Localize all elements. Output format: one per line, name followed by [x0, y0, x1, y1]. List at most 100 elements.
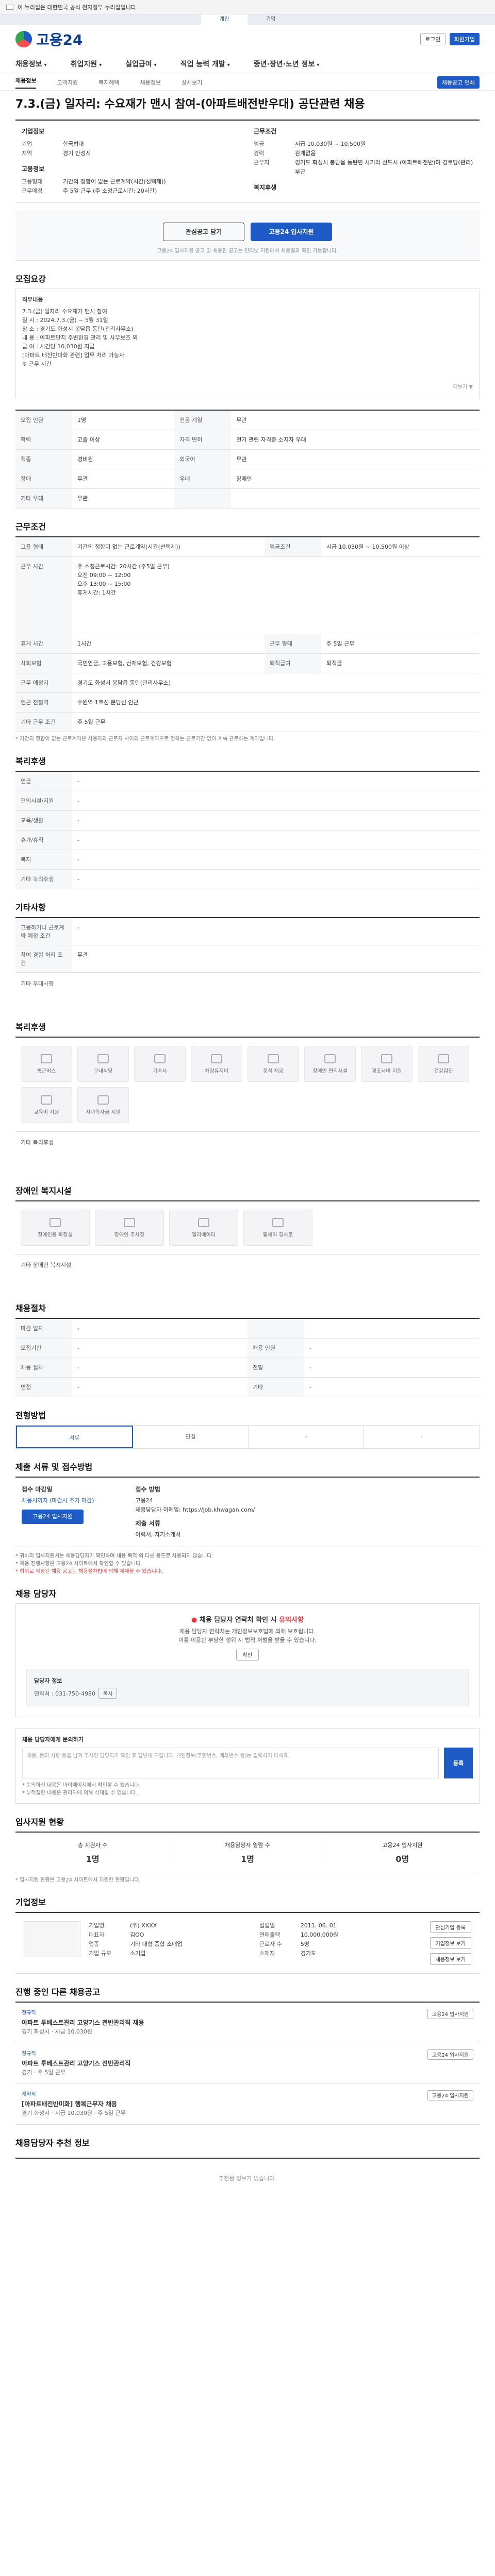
facility-card: 경조사비 지원 [361, 1046, 412, 1082]
facility-etc: 기타 복리후생 [15, 1131, 480, 1173]
etc-table: 고용하거나 근로계약 예정 조건 - 참여 경험 처리 조건 무관 [15, 917, 480, 973]
nav-item-jobs[interactable]: 채용정보 ▾ [15, 59, 47, 69]
dormitory-icon [154, 1054, 166, 1063]
breadcrumb-item[interactable]: 복지혜택 [98, 78, 119, 87]
condition-section: 모집 인원 1명 전공 계열 무관 학력 고졸 이상 자격 면허 전기 관련 자격증 소지자… [15, 410, 480, 509]
steps-section: 전형방법 서류 면접 - - [15, 1409, 480, 1449]
method-section: 제출 서류 및 접수방법 접수 마감일 채용시까지 (마감시 조기 마감) 고용… [15, 1460, 480, 1575]
facility-card: 건강검진 [418, 1046, 469, 1082]
breadcrumb-item[interactable]: 채용정보 [140, 78, 160, 87]
section-title: 채용절차 [15, 1303, 46, 1313]
gov-banner-text: 이 누리집은 대한민국 공식 전자정부 누리집입니다. [18, 4, 138, 11]
list-item[interactable]: 정규직 아파트 투베스트관리 고양기스 전반관리직 채용 경기 화성시 · 시급 1… [15, 2003, 480, 2043]
job-list: 정규직 아파트 투베스트관리 고양기스 전반관리직 채용 경기 화성시 · 시급 1… [15, 2002, 480, 2125]
more-button[interactable]: 더보기 ▼ [22, 383, 473, 392]
copy-button[interactable]: 복사 [98, 1688, 118, 1699]
nav-item-senior[interactable]: 중년·장년·노년 정보 ▾ [254, 59, 320, 69]
facility-card: 기숙사 [134, 1046, 186, 1082]
gift-icon [381, 1054, 392, 1063]
page: 이 누리집은 대한민국 공식 전자정부 누리집입니다. 개인 기업 고용24 로… [0, 0, 495, 2198]
step-item: - [249, 1426, 364, 1448]
confirm-button[interactable]: 확인 [236, 1649, 259, 1660]
tab-company[interactable]: 기업 [248, 14, 294, 25]
job-description: 직무내용 7.3.(금) 일자리 수요재가 맨시 참여 일 시 : 2024.7… [15, 289, 480, 398]
qa-box: 채용 담당자에게 문의하기 채용, 문의 사항 등을 남겨 주시면 담당자가 확… [15, 1728, 480, 1804]
health-icon [438, 1054, 449, 1063]
tab-personal[interactable]: 개인 [201, 14, 248, 25]
process-steps: 서류 면접 - - [15, 1425, 480, 1449]
facility-card: 교육비 지원 [21, 1087, 72, 1123]
apply-button[interactable]: 고용24 입사지원 [251, 223, 332, 241]
section-title: 채용 담당자 [15, 1589, 57, 1599]
section-title: 복리후생 [15, 756, 46, 766]
site-logo[interactable]: 고용24 [15, 29, 83, 49]
warning-icon: ● [191, 1616, 197, 1624]
follow-company-button[interactable]: 관심기업 등록 [430, 1921, 472, 1933]
education-icon [41, 1095, 52, 1105]
breadcrumb-item[interactable]: 채용정보 [15, 76, 37, 89]
note-text: * 기간의 정함이 없는 근로계약은 사용자와 근로자 사이의 근로계약으로 정… [15, 736, 275, 742]
job-summary: 기업정보 기업 한국법대 지역 경기 안성시 고용정보 고용형태 기간의 정함이 없는… [15, 120, 480, 202]
nav-item-benefit[interactable]: 실업급여 ▾ [125, 59, 157, 69]
signup-button[interactable]: 회원가입 [449, 33, 480, 45]
apply-method: 접수 마감일 채용시까지 (마감시 조기 마감) 고용24 입사지원 접수 방법… [15, 1477, 480, 1547]
recruit-section: 모집요강 직무내용 7.3.(금) 일자리 수요재가 맨시 참여 일 시 : 2… [15, 272, 480, 398]
contact-alert: ● 채용 담당자 연락처 확인 시 유의사항 채용 담당자 연락처는 개인정보보… [15, 1603, 480, 1717]
chevron-down-icon: ▾ [44, 62, 47, 68]
scrap-button[interactable]: 관심공고 담기 [163, 223, 244, 241]
contact-info: 담당자 정보 연락처 : 031-750-4980 복사 [26, 1669, 469, 1706]
qa-input[interactable]: 채용, 문의 사항 등을 남겨 주시면 담당자가 확인 후 답변해 드립니다. … [22, 1748, 439, 1778]
hiring-section: 채용절차 마감 일자 - 모집기간 - 채용 인원 - 채용 절차 - 전형 - 면접 - 기타 - [15, 1301, 480, 1397]
facility-card: 엘리베이터 [169, 1210, 238, 1246]
login-button[interactable]: 로그인 [420, 33, 446, 45]
breadcrumb-item[interactable]: 고객지원 [57, 78, 77, 87]
apply-note: 고용24 입사지원 공고 및 채용된 공고는 인터넷 지원에서 채용결과 확인 … [157, 248, 338, 254]
chevron-down-icon: ▾ [154, 62, 157, 68]
flag-icon [6, 4, 13, 10]
company-jobs-button[interactable]: 채용정보 보기 [430, 1953, 472, 1965]
nav-item-support[interactable]: 취업지원 ▾ [71, 59, 102, 69]
facility-grid: 통근버스 구내식당 기숙사 차량유지비 중식 제공 장애인 편의시설 경조사비 … [15, 1037, 480, 1131]
apply-online-button[interactable]: 고용24 입사지원 [22, 1510, 84, 1524]
facility-card: 장애인 주차장 [95, 1210, 164, 1246]
step-item: - [420, 1433, 423, 1440]
chevron-down-icon: ▾ [227, 62, 230, 68]
section-title: 기업정보 [15, 1897, 46, 1907]
facility-card: 통근버스 [21, 1046, 72, 1082]
breadcrumb-item[interactable]: 상세보기 [182, 78, 202, 87]
chevron-down-icon: ▾ [317, 62, 320, 68]
qa-submit-button[interactable]: 등록 [444, 1748, 473, 1778]
etc-section: 기타사항 고용하거나 근로계약 예정 조건 - 참여 경험 처리 조건 무관 기타 … [15, 901, 480, 1009]
apply-stats: 총 지원자 수 1명 채용담당자 열람 수 1명 고용24 입사지원 0명 [15, 1832, 480, 1873]
apply-button[interactable]: 고용24 입사지원 [427, 2090, 473, 2100]
breadcrumb: 채용정보 고객지원 복지혜택 채용정보 상세보기 채용공고 인쇄 [0, 74, 495, 91]
recommend-section: 채용담당자 추천 정보 [15, 2136, 480, 2148]
section-title: 기타사항 [15, 903, 46, 912]
company-info: 기업명 (주) XXXX 대표자 김OO 업종 기타 대형 종합 소매업 기업 규모 소… [15, 1912, 480, 1974]
scholarship-icon [97, 1095, 109, 1105]
section-title: 입사지원 현황 [15, 1817, 64, 1827]
step-item: 서류 [16, 1426, 133, 1448]
stats-section: 입사지원 현황 총 지원자 수 1명 채용담당자 열람 수 1명 고용24 입사지원… [15, 1815, 480, 1884]
facility-card: 휠체어 경사로 [243, 1210, 312, 1246]
facility-card: 자녀학자금 지원 [77, 1087, 129, 1123]
main-nav: 채용정보 ▾ 취업지원 ▾ 실업급여 ▾ 직업 능력 개발 ▾ 중년·장년·노년 정보 ▾ [0, 54, 495, 74]
ramp-icon [272, 1217, 284, 1227]
work-condition-table: 고용 형태 기간의 정함이 없는 근로계약(시간(선택제)) 임금조건 시급 10,0… [15, 536, 480, 732]
page-title: 7.3.(금) 일자리: 수요재가 맨시 참여-(아파트배전반우대) 공단관련 … [15, 98, 365, 111]
disabled-section: 장애인 복지시설 장애인용 화장실 장애인 주차장 엘리베이터 휠체어 경사로 … [15, 1184, 480, 1290]
apply-button[interactable]: 고용24 입사지원 [427, 2049, 473, 2060]
site-header: 고용24 로그인 회원가입 [0, 25, 495, 54]
summary-heading: 고용정보 [22, 165, 45, 173]
apply-button[interactable]: 고용24 입사지원 [427, 2009, 473, 2019]
list-item[interactable]: 정규직 아파트 투베스트관리 고양기스 전반관리직 경기 · 주 5일 근무 고용2… [15, 2043, 480, 2084]
nav-item-training[interactable]: 직업 능력 개발 ▾ [180, 59, 230, 69]
company-detail-button[interactable]: 기업정보 보기 [430, 1937, 472, 1949]
print-button[interactable]: 채용공고 인쇄 [437, 76, 480, 89]
list-item[interactable]: 계약직 [아파트배전반미화] 행복근무자 채용 경기 화성시 · 시급 10,030… [15, 2084, 480, 2125]
hiring-table: 마감 일자 - 모집기간 - 채용 인원 - 채용 절차 - 전형 - 면접 - 기타 - [15, 1318, 480, 1397]
summary-heading: 기업정보 [22, 128, 45, 135]
contact-section: 채용 담당자 ● 채용 담당자 연락처 확인 시 유의사항 채용 담당자 연락처… [15, 1587, 480, 1717]
disabled-etc: 기타 장애인 복지시설 [15, 1254, 480, 1290]
gov-banner: 이 누리집은 대한민국 공식 전자정부 누리집입니다. [0, 0, 495, 14]
